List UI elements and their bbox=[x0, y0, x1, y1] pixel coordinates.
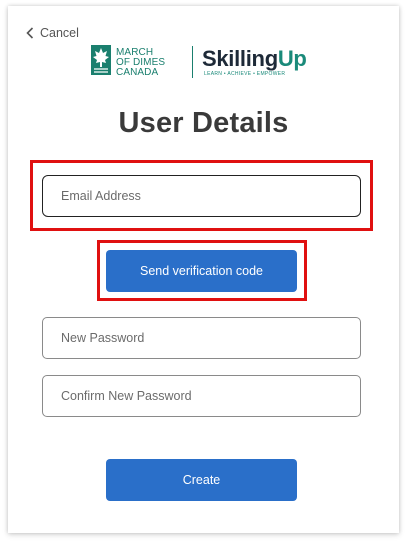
signup-card: Cancel MARCH OF DIMES CANADA SkillingUp … bbox=[8, 6, 399, 533]
create-button[interactable]: Create bbox=[106, 459, 297, 501]
cancel-link[interactable]: Cancel bbox=[26, 24, 79, 42]
page-title: User Details bbox=[118, 107, 289, 139]
mod-line-1: MARCH bbox=[116, 46, 154, 58]
email-field[interactable] bbox=[42, 175, 361, 217]
chevron-left-icon bbox=[26, 27, 34, 39]
mod-line-2: OF DIMES bbox=[116, 56, 166, 68]
confirm-password-field[interactable] bbox=[42, 375, 361, 417]
cancel-label: Cancel bbox=[40, 26, 79, 40]
logo-divider bbox=[192, 46, 193, 78]
new-password-field[interactable] bbox=[42, 317, 361, 359]
march-of-dimes-logo: MARCH OF DIMES CANADA bbox=[90, 45, 165, 80]
skilling-word: Skilling bbox=[202, 46, 278, 71]
send-verification-code-button[interactable]: Send verification code bbox=[106, 250, 297, 292]
up-word: Up bbox=[277, 46, 307, 71]
brand-logos: MARCH OF DIMES CANADA SkillingUp LEARN •… bbox=[90, 44, 330, 84]
skillingup-logo: SkillingUp LEARN • ACHIEVE • EMPOWER bbox=[202, 46, 307, 78]
skilling-tagline: LEARN • ACHIEVE • EMPOWER bbox=[204, 71, 286, 77]
mod-line-3: CANADA bbox=[116, 66, 159, 78]
maple-leaf-icon bbox=[90, 45, 112, 80]
